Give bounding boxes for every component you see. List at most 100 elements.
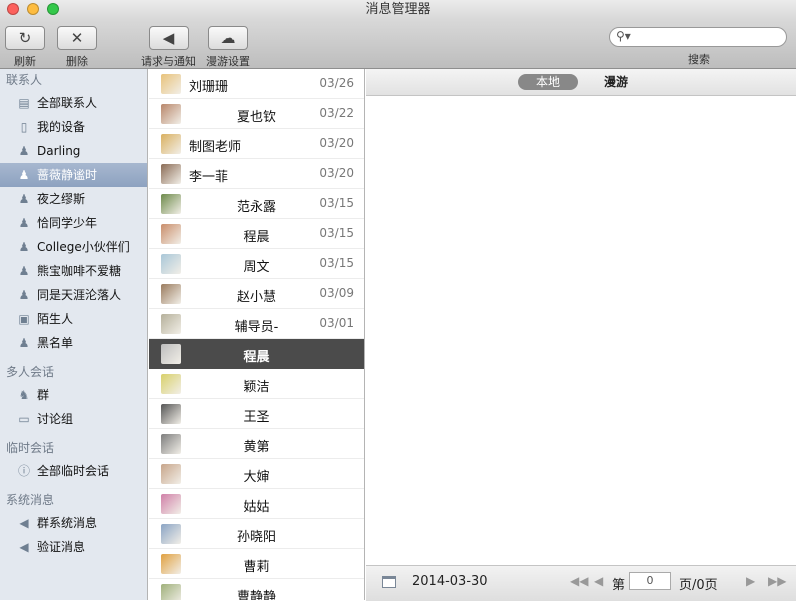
sidebar-item-label: 蔷薇静谧时 bbox=[37, 168, 98, 182]
sidebar-multi-item[interactable]: ▭ 讨论组 bbox=[0, 407, 147, 431]
sidebar-item-label: 黑名单 bbox=[37, 336, 74, 350]
contact-row[interactable]: 程晨 bbox=[149, 339, 364, 369]
source-tabs: 本地 漫游 bbox=[366, 69, 796, 96]
contact-name: 程晨 bbox=[243, 230, 270, 245]
delete-button[interactable]: ✕ 删除 bbox=[57, 26, 97, 69]
contact-name: 孙晓阳 bbox=[236, 530, 276, 545]
sidebar-item-label: 熊宝咖啡不爱糖 bbox=[37, 264, 122, 278]
tab-roam[interactable]: 漫游 bbox=[598, 74, 634, 90]
contact-row[interactable]: 制图老师 03/20 bbox=[149, 129, 364, 159]
temp-chat-header: 临时会话 bbox=[6, 441, 55, 455]
close-window-button[interactable] bbox=[7, 3, 19, 15]
contact-name: 辅导员- bbox=[234, 320, 279, 335]
contact-row[interactable]: 程晨 03/15 bbox=[149, 219, 364, 249]
info-icon: ⓘ bbox=[17, 464, 30, 478]
contact-name: 刘珊珊 bbox=[189, 80, 229, 95]
contact-row[interactable]: 孙晓阳 bbox=[149, 519, 364, 549]
sidebar-multi-item[interactable]: ♞ 群 bbox=[0, 383, 147, 407]
next-page-icon[interactable]: ▶ bbox=[746, 574, 755, 588]
sidebar-contact-item[interactable]: ▤ 全部联系人 bbox=[0, 91, 147, 115]
contact-row[interactable]: 辅导员- 03/01 bbox=[149, 309, 364, 339]
contact-date: 03/20 bbox=[319, 166, 354, 180]
zoom-window-button[interactable] bbox=[47, 3, 59, 15]
contact-row[interactable]: 周文 03/15 bbox=[149, 249, 364, 279]
avatar bbox=[161, 74, 181, 94]
sidebar-contact-item[interactable]: ♟ 同是天涯沦落人 bbox=[0, 283, 147, 307]
sidebar: 联系人 ▤ 全部联系人 ▯ 我的设备 ♟ Darling ♟ 蔷薇静谧时 ♟ 夜之缪斯 ♟ 恰同学少年 ♟… bbox=[0, 69, 148, 600]
date-display: 2014-03-30 bbox=[412, 574, 488, 589]
contact-date: 03/20 bbox=[319, 136, 354, 150]
sidebar-contact-item[interactable]: ♟ Darling bbox=[0, 139, 147, 163]
avatar bbox=[161, 314, 181, 334]
first-page-icon[interactable]: ◀◀ bbox=[570, 574, 588, 588]
sidebar-item-label: 全部联系人 bbox=[37, 96, 98, 110]
prev-page-icon[interactable]: ◀ bbox=[594, 574, 603, 588]
last-page-icon[interactable]: ▶▶ bbox=[768, 574, 786, 588]
contact-name: 曹静静 bbox=[236, 590, 276, 600]
contact-row[interactable]: 刘珊珊 03/26 bbox=[149, 69, 364, 99]
sidebar-contact-item[interactable]: ♟ College小伙伴们 bbox=[0, 235, 147, 259]
contact-row[interactable]: 大婶 bbox=[149, 459, 364, 489]
contact-date: 03/09 bbox=[319, 286, 354, 300]
avatar bbox=[161, 254, 181, 274]
sidebar-system-item[interactable]: ◀︎ 验证消息 bbox=[0, 535, 147, 559]
contact-row[interactable]: 夏也钦 03/22 bbox=[149, 99, 364, 129]
contact-date: 03/01 bbox=[319, 316, 354, 330]
contact-row[interactable]: 曹莉 bbox=[149, 549, 364, 579]
sidebar-contact-item[interactable]: ▣ 陌生人 bbox=[0, 307, 147, 331]
person-icon: ♟ bbox=[18, 288, 30, 302]
calendar-icon[interactable] bbox=[382, 576, 396, 588]
person-icon: ♟ bbox=[18, 264, 30, 278]
contact-row[interactable]: 曹静静 bbox=[149, 579, 364, 600]
contact-name: 曹莉 bbox=[243, 560, 270, 575]
contact-row[interactable]: 姑姑 bbox=[149, 489, 364, 519]
contact-row[interactable]: 赵小慧 03/09 bbox=[149, 279, 364, 309]
contact-name: 范永露 bbox=[236, 200, 276, 215]
page-prefix: 第 bbox=[612, 578, 626, 593]
sidebar-temp-item[interactable]: ⓘ 全部临时会话 bbox=[0, 459, 147, 483]
multi-chat-header: 多人会话 bbox=[6, 365, 55, 379]
contact-date: 03/22 bbox=[319, 106, 354, 120]
refresh-icon: ↻ bbox=[18, 29, 32, 47]
sidebar-contact-item[interactable]: ▯ 我的设备 bbox=[0, 115, 147, 139]
contact-row[interactable]: 黄第 bbox=[149, 429, 364, 459]
person-icon: ♟ bbox=[18, 144, 30, 158]
stranger-icon: ▣ bbox=[18, 312, 30, 326]
avatar bbox=[161, 584, 181, 600]
contact-name: 黄第 bbox=[243, 440, 270, 455]
minimize-window-button[interactable] bbox=[27, 3, 39, 15]
search-input[interactable]: ⚲▾ bbox=[609, 27, 787, 47]
contact-row[interactable]: 颖洁 bbox=[149, 369, 364, 399]
avatar bbox=[161, 494, 181, 514]
refresh-button[interactable]: ↻ 刷新 bbox=[5, 26, 45, 69]
search-icon: ⚲▾ bbox=[616, 29, 631, 43]
sidebar-contact-item[interactable]: ♟ 熊宝咖啡不爱糖 bbox=[0, 259, 147, 283]
contact-row[interactable]: 李一菲 03/20 bbox=[149, 159, 364, 189]
sidebar-item-label: 验证消息 bbox=[37, 540, 86, 554]
contact-date: 03/15 bbox=[319, 196, 354, 210]
sidebar-contact-item[interactable]: ♟ 蔷薇静谧时 bbox=[0, 163, 147, 187]
person-icon: ♟ bbox=[18, 240, 30, 254]
search-label: 搜索 bbox=[688, 53, 710, 66]
sidebar-system-item[interactable]: ◀︎ 群系统消息 bbox=[0, 511, 147, 535]
sidebar-item-label: 我的设备 bbox=[37, 120, 86, 134]
contact-list[interactable]: 刘珊珊 03/26 夏也钦 03/22 制图老师 03/20 李一菲 03/20 范永露 03/1… bbox=[149, 69, 365, 600]
notifications-button[interactable]: ◀︎ 请求与通知 bbox=[141, 26, 196, 69]
roaming-settings-button[interactable]: ☁ 漫游设置 bbox=[206, 26, 250, 69]
close-x-icon: ✕ bbox=[70, 29, 84, 47]
sidebar-contact-item[interactable]: ♟ 黑名单 bbox=[0, 331, 147, 355]
cloud-icon: ☁ bbox=[220, 29, 236, 47]
sidebar-item-label: Darling bbox=[37, 144, 81, 158]
sidebar-item-label: College小伙伴们 bbox=[37, 240, 130, 254]
contact-row[interactable]: 王圣 bbox=[149, 399, 364, 429]
page-number-input[interactable]: 0 bbox=[629, 572, 671, 590]
contact-row[interactable]: 范永露 03/15 bbox=[149, 189, 364, 219]
sidebar-item-label: 陌生人 bbox=[37, 312, 74, 326]
sidebar-contact-item[interactable]: ♟ 恰同学少年 bbox=[0, 211, 147, 235]
tab-local[interactable]: 本地 bbox=[518, 74, 578, 90]
contact-date: 03/15 bbox=[319, 226, 354, 240]
speaker-icon: ◀︎ bbox=[19, 540, 29, 554]
sidebar-contact-item[interactable]: ♟ 夜之缪斯 bbox=[0, 187, 147, 211]
contacts-book-icon: ▤ bbox=[18, 96, 30, 110]
contact-name: 周文 bbox=[243, 260, 270, 275]
